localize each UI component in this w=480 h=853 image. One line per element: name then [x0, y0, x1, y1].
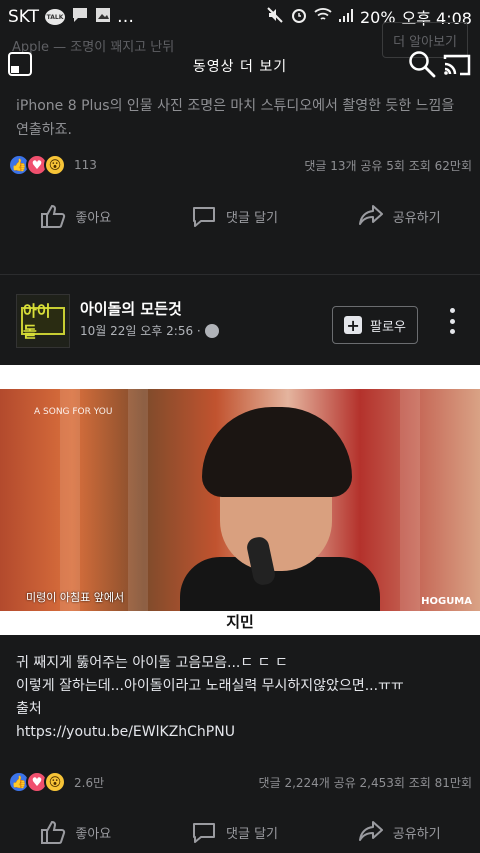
- post-text-line: 귀 째지게 뚫어주는 아이돌 고음모음...ㄷ ㄷ ㄷ: [16, 655, 288, 671]
- comment-button[interactable]: 댓글 달기: [190, 202, 278, 230]
- share-button[interactable]: 공유하기: [357, 818, 441, 846]
- post-text-line: 출처: [16, 701, 42, 717]
- more-options-icon[interactable]: [450, 308, 456, 334]
- like-button[interactable]: 좋아요: [39, 818, 111, 846]
- show-logo: A SONG FOR YOU: [34, 407, 113, 417]
- reaction-icons: 👍 ♥ 😮: [8, 771, 66, 793]
- video-player[interactable]: A SONG FOR YOU 미령이 아침표 앞에서 HOGUMA: [0, 389, 480, 611]
- alarm-icon: [290, 6, 308, 28]
- source-link[interactable]: https://youtu.be/EWlKZhChPNU: [16, 721, 466, 744]
- share-label: 공유하기: [392, 210, 441, 226]
- share-label: 공유하기: [392, 826, 441, 842]
- post-header: 아이돌 아이돌의 모든것 10월 22일 오후 2:56 · + 팔로우: [0, 294, 480, 354]
- message-icon: [71, 7, 89, 28]
- search-icon[interactable]: [408, 50, 436, 78]
- more-notifications-icon: …: [117, 7, 135, 27]
- like-button[interactable]: 좋아요: [39, 202, 111, 230]
- share-icon: [358, 205, 383, 225]
- comment-label: 댓글 달기: [226, 826, 278, 842]
- wow-reaction-icon: 😮: [44, 154, 66, 176]
- share-button[interactable]: 공유하기: [357, 202, 441, 230]
- follow-add-icon: +: [344, 316, 363, 335]
- follow-label: 팔로우: [370, 319, 406, 335]
- post-date-text: 10월 22일 오후 2:56 ·: [80, 324, 201, 338]
- like-label: 좋아요: [75, 210, 112, 226]
- post-reactions[interactable]: 👍 ♥ 😮 2.6만 댓글 2,224개 공유 2,453회 조회 81만회: [8, 771, 472, 793]
- previous-post-caption: iPhone 8 Plus의 인물 사진 조명은 마치 스튜디오에서 촬영한 듯…: [16, 98, 455, 138]
- signal-icon: [338, 7, 354, 27]
- avatar-logo-text: 아이돌: [21, 302, 65, 341]
- post-body: 귀 째지게 뚫어주는 아이돌 고음모음...ㄷ ㄷ ㄷ 이렇게 잘하는데...아…: [16, 652, 466, 744]
- like-label: 좋아요: [75, 826, 112, 842]
- video-header: 동영상 더 보기: [0, 40, 480, 92]
- post-divider: [0, 274, 480, 275]
- comment-label: 댓글 달기: [226, 210, 278, 226]
- comment-icon: [193, 207, 216, 227]
- thumbs-up-icon: [41, 204, 66, 228]
- gallery-icon: [95, 7, 111, 28]
- post-actions: 좋아요 댓글 달기 공유하기: [0, 812, 480, 852]
- comment-button[interactable]: 댓글 달기: [190, 818, 278, 846]
- video-subtitle: 미령이 아침표 앞에서: [26, 591, 125, 604]
- reaction-count: 113: [74, 158, 97, 172]
- share-icon: [358, 821, 383, 841]
- thumbs-up-icon: [41, 820, 66, 844]
- reaction-icons: 👍 ♥ 😮: [8, 154, 66, 176]
- post-date: 10월 22일 오후 2:56 ·: [80, 322, 219, 339]
- previous-post-reactions[interactable]: 👍 ♥ 😮 113 댓글 13개 공유 5회 조회 62만회: [8, 154, 472, 176]
- globe-icon: [204, 323, 219, 338]
- previous-post-actions: 좋아요 댓글 달기 공유하기: [0, 196, 480, 236]
- mute-icon: [266, 6, 284, 28]
- carrier-label: SKT: [8, 7, 40, 27]
- kakaotalk-icon: TALK: [45, 9, 66, 25]
- post-stats[interactable]: 댓글 2,224개 공유 2,453회 조회 81만회: [259, 774, 472, 791]
- video-watermark: HOGUMA: [421, 596, 472, 607]
- comment-icon: [193, 823, 216, 843]
- follow-button[interactable]: + 팔로우: [332, 306, 418, 344]
- reaction-count: 2.6만: [74, 775, 105, 790]
- singer-figure: [180, 407, 380, 611]
- wifi-icon: [314, 7, 332, 27]
- page-avatar[interactable]: 아이돌: [16, 294, 70, 348]
- wow-reaction-icon: 😮: [44, 771, 66, 793]
- post-text-line: 이렇게 잘하는데...아이돌이라고 노래실력 무시하지않았으면...ㅠㅠ: [16, 678, 404, 694]
- video-card[interactable]: A SONG FOR YOU 미령이 아침표 앞에서 HOGUMA 지민: [0, 365, 480, 635]
- post-stats[interactable]: 댓글 13개 공유 5회 조회 62만회: [304, 157, 472, 174]
- video-caption: 지민: [226, 613, 254, 631]
- page-name[interactable]: 아이돌의 모든것: [80, 298, 182, 319]
- cast-icon[interactable]: [442, 53, 472, 77]
